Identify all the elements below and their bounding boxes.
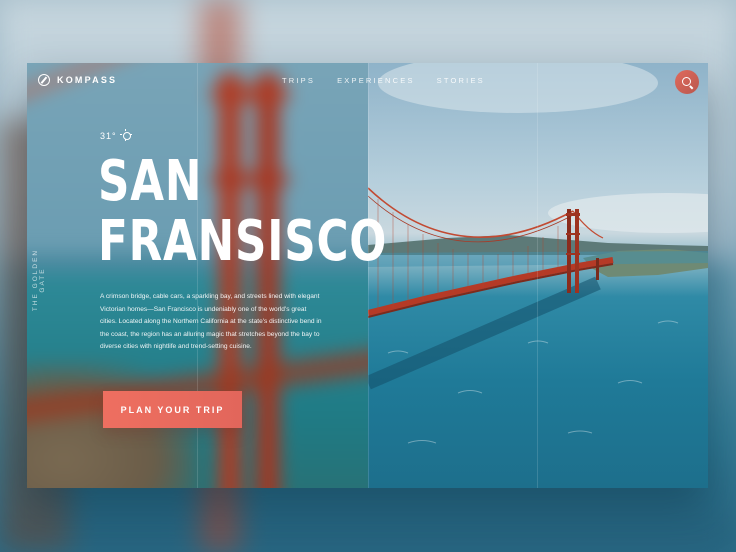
- brand-logo[interactable]: KOMPASS: [38, 74, 117, 86]
- main-nav: TRIPS EXPERIENCES STORIES: [282, 76, 485, 85]
- golden-gate-photo: [368, 63, 708, 488]
- compass-icon: [38, 74, 50, 86]
- sun-icon: [119, 129, 132, 141]
- search-button[interactable]: [675, 70, 699, 94]
- nav-item-stories[interactable]: STORIES: [437, 76, 485, 85]
- brand-name: KOMPASS: [57, 75, 118, 85]
- nav-item-trips[interactable]: TRIPS: [282, 76, 315, 85]
- plan-trip-button[interactable]: PLAN YOUR TRIP: [103, 391, 242, 428]
- title-line-1: SAN: [98, 149, 203, 214]
- page-title: SAN FRANSISCO: [98, 152, 387, 272]
- temperature: 31°: [100, 131, 117, 141]
- nav-item-experiences[interactable]: EXPERIENCES: [337, 76, 415, 85]
- hero-description: A crimson bridge, cable cars, a sparklin…: [100, 293, 322, 351]
- grid-line: [368, 63, 369, 488]
- grid-line: [537, 63, 538, 488]
- weather-widget: 31°: [100, 129, 132, 141]
- search-icon: [681, 76, 691, 86]
- hero-card: KOMPASS TRIPS EXPERIENCES STORIES 31° TH…: [27, 63, 708, 488]
- side-label: THE GOLDEN GATE: [32, 248, 46, 312]
- title-line-2: FRANSISCO: [98, 209, 388, 274]
